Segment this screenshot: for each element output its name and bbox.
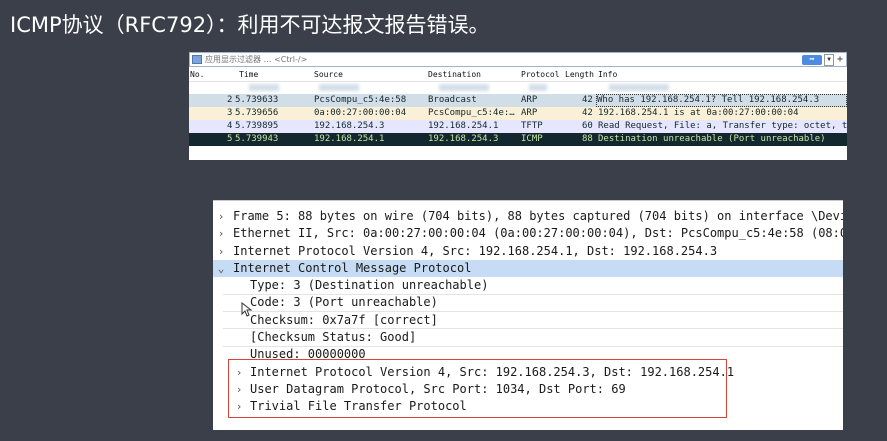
cell-info: Who has 192.168.254.1? Tell 192.168.254.…: [596, 94, 847, 107]
tree-field-unused[interactable]: Unused: 00000000: [213, 346, 843, 363]
tree-item-ethernet[interactable]: › Ethernet II, Src: 0a:00:27:00:00:04 (0…: [213, 225, 843, 242]
cell-destination: Broadcast: [428, 95, 477, 105]
cell-info: Read Request, File: a, Transfer type: oc…: [598, 121, 847, 131]
column-length[interactable]: Length: [565, 70, 594, 79]
cell-no: 4: [227, 121, 233, 131]
tree-item-frame[interactable]: › Frame 5: 88 bytes on wire (704 bits), …: [213, 208, 843, 225]
chevron-right-icon[interactable]: ›: [233, 398, 245, 415]
tree-field-label: Unused: 00000000: [250, 347, 366, 361]
cell-length: 88: [582, 134, 593, 144]
cell-time: 5.739633: [235, 95, 279, 105]
page-title: ICMP协议（RFC792）：利用不可达报文报告错误。: [10, 13, 490, 37]
tree-item-label: Ethernet II, Src: 0a:00:27:00:00:04 (0a:…: [233, 226, 843, 240]
display-filter-input[interactable]: [205, 53, 802, 66]
tree-item-ipv4[interactable]: › Internet Protocol Version 4, Src: 192.…: [213, 243, 843, 260]
cell-no: 5: [227, 134, 233, 144]
cell-protocol: ARP: [521, 95, 538, 105]
cell-length: 42: [582, 95, 593, 105]
tree-item-label: Internet Control Message Protocol: [233, 261, 472, 275]
chevron-right-icon[interactable]: ›: [233, 364, 245, 381]
packet-details-panel: › Frame 5: 88 bytes on wire (704 bits), …: [213, 200, 843, 430]
cell-protocol: ICMP: [521, 134, 543, 144]
packet-row[interactable]: 4 5.739895 192.168.254.3 192.168.254.1 T…: [189, 120, 847, 133]
tree-item-label: User Datagram Protocol, Src Port: 1034, …: [250, 382, 626, 396]
tree-item-label: Trivial File Transfer Protocol: [250, 399, 467, 413]
tree-item-tftp[interactable]: › Trivial File Transfer Protocol: [213, 398, 843, 415]
cell-length: 42: [582, 108, 593, 118]
tree-item-label: Internet Protocol Version 4, Src: 192.16…: [233, 244, 718, 258]
cell-no: 2: [227, 95, 233, 105]
packet-row[interactable]: 3 5.739656 0a:00:27:00:00:04 PcsCompu_c5…: [189, 107, 847, 120]
tree-field-checksum-status[interactable]: [Checksum Status: Good]: [213, 329, 843, 346]
column-no[interactable]: No.: [190, 70, 204, 79]
cell-destination: 192.168.254.3: [428, 134, 499, 144]
cell-source: 192.168.254.3: [314, 121, 385, 131]
arrow-right-icon[interactable]: ➡: [802, 54, 822, 65]
tree-field-label: Type: 3 (Destination unreachable): [250, 278, 489, 292]
bookmark-icon[interactable]: [192, 55, 202, 64]
cell-time: 5.739895: [235, 121, 279, 131]
tree-item-inner-ipv4[interactable]: › Internet Protocol Version 4, Src: 192.…: [213, 364, 843, 381]
packet-list-header: No. Time Source Destination Protocol Len…: [189, 67, 847, 82]
cell-source: PcsCompu_c5:4e:58: [314, 95, 407, 105]
chevron-right-icon[interactable]: ›: [215, 208, 227, 225]
display-filter-bar: ➡ ▼ +: [189, 52, 847, 67]
cell-info: Destination unreachable (Port unreachabl…: [598, 134, 826, 144]
tree-field-label: Checksum: 0x7a7f [correct]: [250, 313, 438, 327]
tree-field-label: Code: 3 (Port unreachable): [250, 295, 438, 309]
tree-field-type[interactable]: Type: 3 (Destination unreachable): [213, 277, 843, 294]
cell-destination: 192.168.254.1: [428, 121, 499, 131]
chevron-right-icon[interactable]: ›: [215, 243, 227, 260]
cell-time: 5.739943: [235, 134, 279, 144]
chevron-right-icon[interactable]: ›: [215, 225, 227, 242]
packet-row-selected[interactable]: 5 5.739943 192.168.254.1 192.168.254.3 I…: [189, 133, 847, 146]
cell-source: 192.168.254.1: [314, 134, 385, 144]
cell-length: 60: [582, 121, 593, 131]
column-time[interactable]: Time: [239, 70, 258, 79]
tree-item-label: Internet Protocol Version 4, Src: 192.16…: [250, 365, 735, 379]
tree-item-icmp[interactable]: ⌄ Internet Control Message Protocol: [213, 260, 843, 277]
cell-protocol: ARP: [521, 108, 538, 118]
tree-field-code[interactable]: Code: 3 (Port unreachable): [213, 294, 843, 311]
packet-list-panel: ➡ ▼ + No. Time Source Destination Protoc…: [189, 52, 847, 160]
cell-info: 192.168.254.1 is at 0a:00:27:00:00:04: [598, 108, 799, 118]
column-info[interactable]: Info: [598, 70, 617, 79]
packet-row[interactable]: 2 5.739633 PcsCompu_c5:4e:58 Broadcast A…: [189, 94, 847, 107]
tree-field-checksum[interactable]: Checksum: 0x7a7f [correct]: [213, 312, 843, 329]
tree-item-label: Frame 5: 88 bytes on wire (704 bits), 88…: [233, 209, 843, 223]
chevron-down-icon[interactable]: ⌄: [215, 260, 227, 277]
cell-protocol: TFTP: [521, 121, 543, 131]
cell-source: 0a:00:27:00:00:04: [314, 108, 407, 118]
cell-destination: PcsCompu_c5:4e:…: [428, 108, 515, 118]
mouse-pointer-icon: [241, 302, 253, 317]
tree-field-label: [Checksum Status: Good]: [250, 330, 417, 344]
cell-time: 5.739656: [235, 108, 279, 118]
chevron-down-icon[interactable]: ▼: [824, 53, 834, 66]
column-protocol[interactable]: Protocol: [521, 70, 560, 79]
tree-item-udp[interactable]: › User Datagram Protocol, Src Port: 1034…: [213, 381, 843, 398]
column-destination[interactable]: Destination: [428, 70, 481, 79]
chevron-right-icon[interactable]: ›: [233, 381, 245, 398]
blurred-row: [189, 82, 847, 92]
plus-icon[interactable]: +: [836, 54, 844, 65]
cell-no: 3: [227, 108, 233, 118]
column-source[interactable]: Source: [314, 70, 343, 79]
